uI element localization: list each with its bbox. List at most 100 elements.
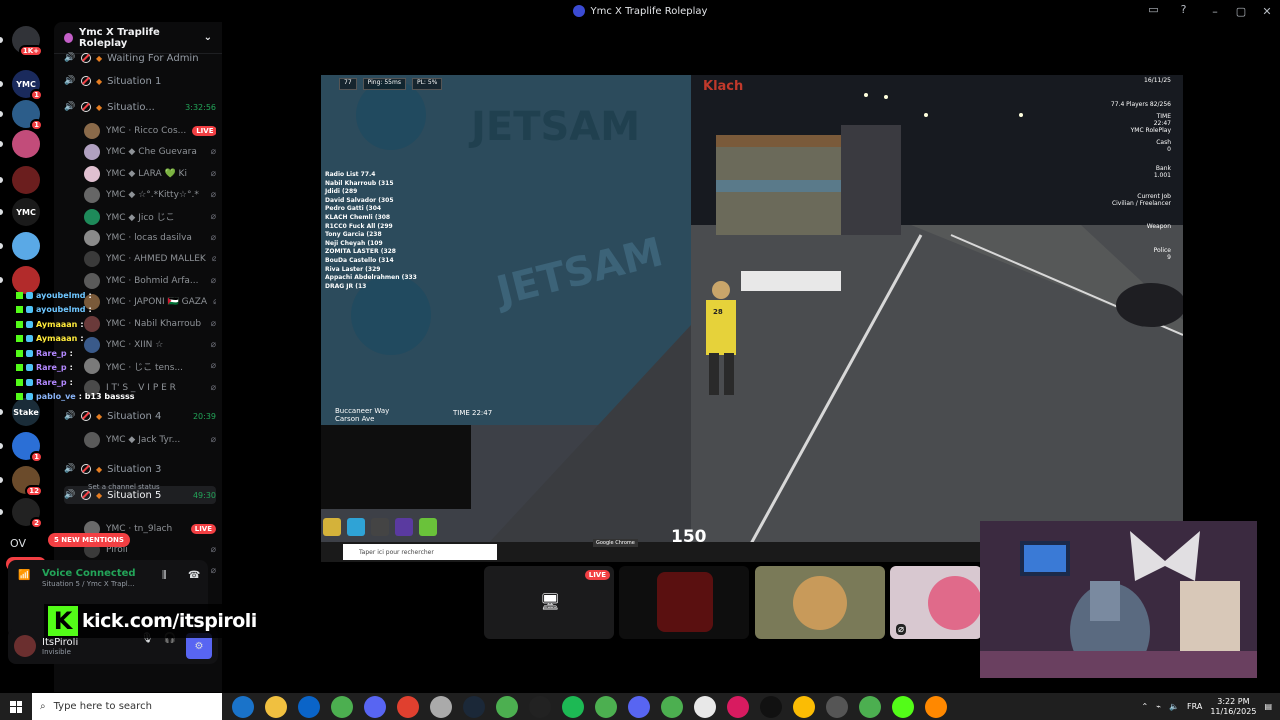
steam-icon[interactable] xyxy=(463,695,485,718)
edge-icon[interactable] xyxy=(232,695,254,718)
server-game-icon[interactable]: 1 xyxy=(12,432,43,463)
voice-channel[interactable]: 🔊 ◆ Situation 1 xyxy=(64,72,216,90)
chat-username: Rare_p xyxy=(36,363,67,373)
hud-value: 0 xyxy=(1167,146,1171,153)
outlook-icon[interactable] xyxy=(298,695,320,718)
anime-server-icon[interactable] xyxy=(12,130,40,158)
chat-badge-icon xyxy=(16,378,23,386)
obs-icon[interactable] xyxy=(529,695,551,718)
avatar[interactable] xyxy=(14,635,36,657)
diamond-icon: ◆ xyxy=(96,490,103,500)
chat-message: ayoubelmd: xyxy=(16,303,135,318)
clock[interactable]: 3:22 PM 11/16/2025 xyxy=(1210,697,1256,717)
chrome-icon-5[interactable] xyxy=(628,695,650,718)
chat-badge-icon xyxy=(16,349,23,357)
chrome-icon-2[interactable] xyxy=(397,695,419,718)
minimize-button[interactable]: – xyxy=(1202,5,1228,18)
water-icon xyxy=(347,518,365,536)
stream-chat-overlay: ayoubelmd: ayoubelmd: Aymaaan: Aymaaan: Rare… xyxy=(16,288,135,404)
help-icon[interactable]: ? xyxy=(1176,3,1191,18)
hud-stat: TIME 22:47 xyxy=(1154,113,1171,127)
chrome-icon-4[interactable] xyxy=(595,695,617,718)
voice-user[interactable]: YMC ◆ Jack Tyr... ⌀ xyxy=(84,430,216,450)
volume-icon[interactable]: 🔈 xyxy=(1169,702,1179,711)
file-icon[interactable] xyxy=(430,695,452,718)
server-avatar-icon[interactable]: 1 xyxy=(12,100,43,131)
file-explorer-icon[interactable] xyxy=(265,695,287,718)
voice-user[interactable]: YMC ◆ Jico じこ ⌀ xyxy=(84,207,216,227)
stream-view[interactable]: JETSAM JETSAM 77 Ping: 55ms PL: 5% Klach R… xyxy=(321,75,1183,562)
network-icon[interactable]: ⌁ xyxy=(1156,702,1161,711)
chrome-icon-3[interactable] xyxy=(496,695,518,718)
signal-icon[interactable]: 📶 xyxy=(18,570,30,581)
clock-time: 3:22 PM xyxy=(1217,696,1250,706)
avatar xyxy=(793,576,847,630)
chevron-up-icon[interactable]: ⌃ xyxy=(1142,702,1149,711)
chat-username: ayoubelmd xyxy=(36,305,86,315)
app-red-icon[interactable] xyxy=(727,695,749,718)
kick-app-icon[interactable] xyxy=(892,695,914,718)
notifications-icon[interactable]: ▤ xyxy=(1264,702,1272,711)
deafened-icon: ⌀ xyxy=(210,233,216,243)
server-blue-icon[interactable] xyxy=(12,232,40,260)
voice-user[interactable]: YMC · locas dasilva ⌀ xyxy=(84,228,216,248)
voice-user[interactable]: YMC · AHMED MALLEK ⌀ xyxy=(84,249,216,269)
radio-entry: BouDa Castello (314 xyxy=(325,256,394,264)
maximize-button[interactable]: ▢ xyxy=(1228,5,1254,18)
app-dark-icon[interactable] xyxy=(760,695,782,718)
participant-tile-4[interactable]: ⌀ xyxy=(890,566,982,639)
language-indicator[interactable]: FRA xyxy=(1187,702,1202,711)
voice-user[interactable]: YMC ◆ LARA 💚 Ki ⌀ xyxy=(84,164,216,184)
discord-icon[interactable] xyxy=(364,695,386,718)
chrome-icon[interactable] xyxy=(331,695,353,718)
unread-pip xyxy=(0,277,3,283)
voice-user[interactable]: YMC ◆ ☆°.*Kitty☆°.* ⌀ xyxy=(84,185,216,205)
start-button[interactable] xyxy=(0,693,32,720)
voice-channel[interactable]: 🔊 ◆ Situation 4 20:39 xyxy=(64,407,216,425)
guild-icon xyxy=(64,32,73,43)
hud-stat: Ping: 55ms xyxy=(362,78,406,90)
disconnect-icon[interactable]: ☎ xyxy=(188,570,200,581)
avatar xyxy=(928,576,982,630)
no-entry-icon xyxy=(81,102,91,112)
discord-home-icon[interactable]: 1K+ xyxy=(12,26,43,57)
close-button[interactable]: ✕ xyxy=(1254,5,1280,18)
live-badge: LIVE xyxy=(192,126,216,136)
chrome-icon-8[interactable] xyxy=(793,695,815,718)
chrome-icon-9[interactable] xyxy=(859,695,881,718)
spotify-icon[interactable] xyxy=(562,695,584,718)
stream-tile-1[interactable]: LIVE 🖥 xyxy=(484,566,614,639)
ymc-server-icon[interactable]: YMC 1 xyxy=(12,70,43,101)
radio-entry: Jdidi (289 xyxy=(325,188,358,196)
user-info[interactable]: ItsPiroli Invisible xyxy=(42,637,78,656)
chat-badge-icon xyxy=(26,378,33,386)
noise-suppression-icon[interactable]: ⫼ xyxy=(162,570,167,581)
channel-name: Waiting For Admin xyxy=(107,52,199,64)
participant-tile-2[interactable] xyxy=(619,566,749,639)
server-red-icon[interactable] xyxy=(12,166,40,194)
participant-tile-3[interactable] xyxy=(755,566,885,639)
chat-badge-icon xyxy=(16,306,23,314)
voice-channel[interactable]: 🔊 ◆ Situatio... 3:32:56 xyxy=(64,98,216,116)
ymc-roleplay-icon[interactable]: YMC xyxy=(12,198,40,226)
voice-user[interactable]: YMC · Ricco Cos... LIVE xyxy=(84,121,216,141)
vlc-icon[interactable] xyxy=(925,695,947,718)
channel-status-hint[interactable]: Set a channel status xyxy=(88,483,160,491)
hud-value: 1.001 xyxy=(1153,172,1171,179)
voice-channel[interactable]: 🔊 ◆ Situation 3 xyxy=(64,460,216,478)
inbox-icon[interactable]: ▭ xyxy=(1146,3,1161,18)
server-map-icon[interactable]: 12 xyxy=(12,466,43,497)
voice-user-name: YMC ◆ LARA 💚 Ki xyxy=(106,168,187,179)
hud-stat: Cash 0 xyxy=(1156,139,1171,153)
chrome-icon-6[interactable] xyxy=(661,695,683,718)
taskbar-search[interactable]: ⌕ Type here to search xyxy=(32,693,222,720)
voice-channel[interactable]: 🔊 ◆ Waiting For Admin xyxy=(64,49,216,67)
chrome-icon-7[interactable] xyxy=(694,695,716,718)
new-mentions-badge[interactable]: 5 NEW MENTIONS xyxy=(48,533,130,547)
chat-username: ayoubelmd xyxy=(36,290,86,300)
voice-user[interactable]: YMC ◆ Che Guevara ⌀ xyxy=(84,142,216,162)
voice-channel-path[interactable]: Situation 5 / Ymc X Trapl... xyxy=(42,580,134,588)
server-a-icon[interactable]: 2 xyxy=(12,498,43,529)
hud-label: Current Job xyxy=(1137,193,1171,200)
chrome-icon-active[interactable] xyxy=(826,695,848,718)
